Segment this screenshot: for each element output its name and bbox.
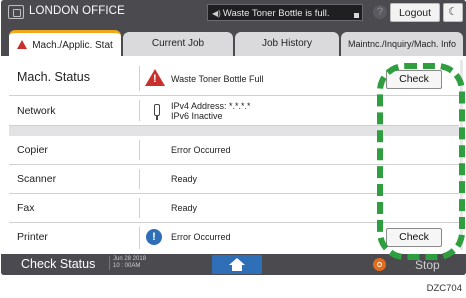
copier-label: Copier — [17, 144, 48, 156]
row-divider — [139, 100, 140, 121]
screen-icon — [8, 5, 24, 19]
warning-icon — [145, 69, 165, 86]
printer-label: Printer — [17, 231, 48, 243]
machine-status-value: Waste Toner Bottle Full — [171, 74, 264, 84]
tab-label: Current Job — [151, 38, 205, 49]
row-divider — [139, 66, 140, 91]
tab-label: Job History — [261, 38, 312, 49]
row-divider — [139, 169, 140, 189]
row-divider — [139, 227, 140, 249]
alert-icon: ◀) — [212, 9, 221, 18]
status-message-text: Waste Toner Bottle is full. — [222, 8, 330, 19]
fax-value: Ready — [171, 203, 198, 213]
warning-icon — [17, 40, 28, 49]
scanner-label: Scanner — [17, 173, 57, 185]
tab-current-job[interactable]: Current Job — [123, 32, 233, 56]
usb-icon — [154, 104, 160, 120]
date-time: Jun 28 2018 10 : 00AM — [109, 256, 146, 270]
tab-bar: Mach./Applic. Stat Current Job Job Histo… — [1, 26, 466, 56]
network-value: IPv4 Address: *.*.*.* IPv6 Inactive — [171, 101, 251, 121]
logout-button[interactable]: Logout — [390, 3, 440, 22]
expand-icon — [354, 13, 359, 18]
highlight-callout — [377, 63, 465, 260]
printer-value: Error Occurred — [171, 232, 231, 242]
check-status-label[interactable]: Check Status — [21, 257, 95, 271]
home-button[interactable] — [212, 255, 262, 274]
row-divider — [139, 198, 140, 218]
time-text: 10 : 00AM — [113, 263, 141, 269]
help-icon[interactable]: ? — [373, 5, 387, 19]
tab-maintenance-inquiry[interactable]: Maintnc./Inquiry/Mach. Info — [341, 32, 463, 56]
tab-label: Mach./Applic. Stat — [32, 40, 113, 51]
home-icon — [229, 258, 245, 265]
ipv6-status: IPv6 Inactive — [171, 111, 223, 121]
tab-mach-applic-stat[interactable]: Mach./Applic. Stat — [9, 30, 121, 56]
date-text: Jun 28 2018 — [113, 256, 147, 262]
office-name: LONDON OFFICE — [29, 5, 125, 17]
stop-icon[interactable] — [373, 258, 386, 271]
tab-label: Maintnc./Inquiry/Mach. Info — [347, 39, 457, 49]
energy-saver-icon[interactable]: ☾ — [443, 3, 463, 22]
copier-value: Error Occurred — [171, 145, 231, 155]
tab-job-history[interactable]: Job History — [235, 32, 339, 56]
ipv4-address: IPv4 Address: *.*.*.* — [171, 101, 251, 111]
home-icon-base — [232, 265, 242, 271]
status-message-bar[interactable]: ◀) Waste Toner Bottle is full. — [207, 4, 363, 21]
network-label: Network — [17, 105, 56, 117]
machine-status-label: Mach. Status — [17, 70, 90, 84]
stop-label[interactable]: Stop — [415, 258, 440, 272]
info-icon: ! — [146, 229, 162, 245]
top-bar: LONDON OFFICE ◀) Waste Toner Bottle is fu… — [1, 0, 466, 26]
figure-code: DZC704 — [426, 283, 462, 294]
scanner-value: Ready — [171, 174, 198, 184]
fax-label: Fax — [17, 202, 35, 214]
row-divider — [139, 140, 140, 160]
